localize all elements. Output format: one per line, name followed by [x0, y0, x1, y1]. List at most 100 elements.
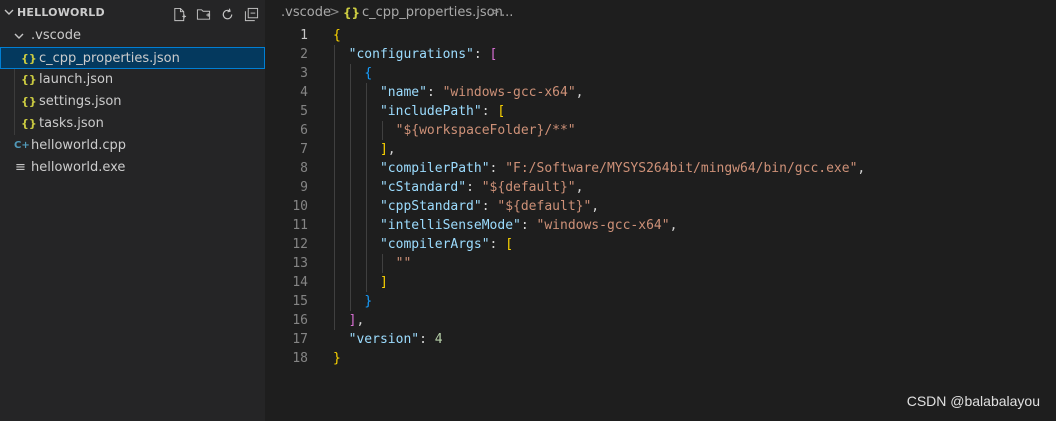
code-text: "includePath": [ [333, 102, 505, 121]
binary-file-icon: ≡ [15, 160, 26, 175]
line-number: 1 [300, 28, 308, 43]
code-line[interactable]: 15 } [265, 292, 1056, 311]
code-token: : [473, 47, 490, 62]
code-text: "configurations": [ [333, 45, 498, 64]
code-line[interactable]: 18} [265, 349, 1056, 368]
chevron-down-icon[interactable] [14, 31, 24, 41]
tree-file-helloworld-exe[interactable]: ≡ helloworld.exe [0, 157, 265, 179]
json-file-icon: {} [21, 117, 37, 130]
new-file-icon[interactable] [170, 5, 188, 23]
code-token: , [575, 85, 584, 100]
tree-file-tasks[interactable]: {} tasks.json [0, 113, 265, 135]
json-file-icon: {} [21, 95, 37, 108]
code-token: ] [379, 275, 388, 290]
code-line[interactable]: 4 "name": "windows-gcc-x64", [265, 83, 1056, 102]
code-editor: .vscode > {} c_cpp_properties.json > ...… [265, 0, 1056, 421]
code-token: , [591, 199, 600, 214]
code-line[interactable]: 9 "cStandard": "${default}", [265, 178, 1056, 197]
line-number: 15 [292, 294, 308, 309]
watermark: CSDN @balabalayou [906, 393, 1040, 409]
code-token: [ [497, 104, 506, 119]
code-token: : [481, 199, 498, 214]
code-text: "intelliSenseMode": "windows-gcc-x64", [333, 216, 677, 235]
tree-file-launch[interactable]: {} launch.json [0, 69, 265, 91]
code-token: "" [395, 256, 412, 271]
code-token: "includePath" [379, 104, 482, 119]
breadcrumb-more[interactable]: ... [501, 0, 513, 26]
line-number: 14 [292, 275, 308, 290]
code-line[interactable]: 14 ] [265, 273, 1056, 292]
code-token: "windows-gcc-x64" [536, 218, 670, 233]
explorer-folder-header[interactable]: HELLOWORLD [0, 0, 265, 26]
breadcrumb-file[interactable]: c_cpp_properties.json [362, 0, 503, 26]
line-number: 18 [292, 351, 308, 366]
code-line[interactable]: 13 "" [265, 254, 1056, 273]
code-token: , [356, 313, 365, 328]
code-line[interactable]: 6 "${workspaceFolder}/**" [265, 121, 1056, 140]
line-number: 6 [300, 123, 308, 138]
code-line[interactable]: 3 { [265, 64, 1056, 83]
breadcrumb-folder[interactable]: .vscode [281, 0, 331, 26]
code-text: "" [333, 254, 412, 273]
code-token: : [489, 237, 506, 252]
code-line[interactable]: 17 "version": 4 [265, 330, 1056, 349]
line-number: 12 [292, 237, 308, 252]
line-number: 2 [300, 47, 308, 62]
code-line[interactable]: 7 ], [265, 140, 1056, 159]
line-number: 17 [292, 332, 308, 347]
code-token: : [489, 161, 506, 176]
code-text: "cStandard": "${default}", [333, 178, 584, 197]
code-token: ] [379, 142, 388, 157]
code-token: "F:/Software/MYSYS264bit/mingw64/bin/gcc… [505, 161, 858, 176]
new-folder-icon[interactable] [194, 5, 212, 23]
collapse-all-icon[interactable] [242, 5, 260, 23]
code-line[interactable]: 10 "cppStandard": "${default}", [265, 197, 1056, 216]
line-number: 7 [300, 142, 308, 157]
code-token: : [426, 85, 443, 100]
code-text: { [333, 26, 341, 45]
tree-folder-label: .vscode [31, 28, 81, 43]
code-token: , [857, 161, 866, 176]
line-number: 9 [300, 180, 308, 195]
code-text: } [333, 292, 372, 311]
code-text: } [333, 349, 341, 368]
code-token: "compilerArgs" [379, 237, 490, 252]
line-number: 13 [292, 256, 308, 271]
code-area[interactable]: 1{2 "configurations": [3 {4 "name": "win… [265, 26, 1056, 421]
line-number: 4 [300, 85, 308, 100]
tree-file-helloworld-cpp[interactable]: C+ helloworld.cpp [0, 135, 265, 157]
line-number: 5 [300, 104, 308, 119]
tree-file-label: settings.json [39, 94, 122, 109]
json-file-icon: {} [21, 52, 37, 65]
code-line[interactable]: 11 "intelliSenseMode": "windows-gcc-x64"… [265, 216, 1056, 235]
explorer-actions [170, 5, 260, 23]
code-token: , [669, 218, 678, 233]
code-token: "${workspaceFolder}/**" [395, 123, 576, 138]
code-line[interactable]: 5 "includePath": [ [265, 102, 1056, 121]
code-token: "cStandard" [379, 180, 467, 195]
code-token: : [481, 104, 498, 119]
chevron-down-icon[interactable] [4, 7, 14, 17]
code-line[interactable]: 1{ [265, 26, 1056, 45]
code-token: , [575, 180, 584, 195]
tree-file-label: launch.json [39, 72, 114, 87]
folder-title: HELLOWORLD [17, 6, 105, 19]
tree-file-c-cpp-properties[interactable]: {} c_cpp_properties.json [0, 47, 265, 69]
tree-file-settings[interactable]: {} settings.json [0, 91, 265, 113]
code-line[interactable]: 12 "compilerArgs": [ [265, 235, 1056, 254]
code-token: { [333, 28, 341, 43]
code-line[interactable]: 8 "compilerPath": "F:/Software/MYSYS264b… [265, 159, 1056, 178]
line-number: 16 [292, 313, 308, 328]
explorer-sidebar: HELLOWORLD .vscode {} c_cpp_properties.j… [0, 0, 265, 421]
code-line[interactable]: 2 "configurations": [ [265, 45, 1056, 64]
refresh-icon[interactable] [218, 5, 236, 23]
code-token: { [364, 66, 373, 81]
breadcrumb-separator: > [329, 5, 340, 20]
code-text: { [333, 64, 372, 83]
code-token: : [419, 332, 435, 347]
code-text: "${workspaceFolder}/**" [333, 121, 576, 140]
code-line[interactable]: 16 ], [265, 311, 1056, 330]
code-token: "${default}" [497, 199, 592, 214]
tree-folder-vscode[interactable]: .vscode [0, 25, 265, 47]
line-number: 11 [292, 218, 308, 233]
